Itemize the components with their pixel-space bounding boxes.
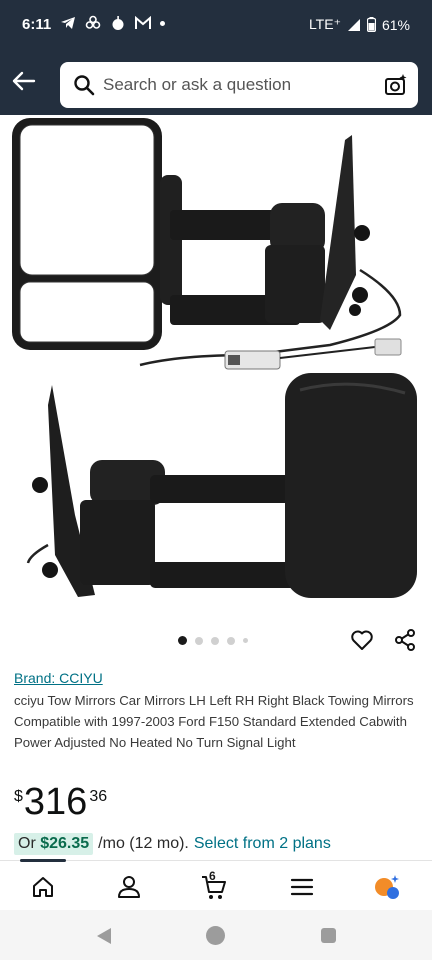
carousel-dot xyxy=(195,636,203,645)
apple-icon xyxy=(112,16,124,30)
cart-button[interactable]: 6 xyxy=(200,869,228,901)
carousel-dot xyxy=(211,636,219,645)
left-mirror-illustration xyxy=(12,118,402,370)
search-input[interactable]: Search or ask a question xyxy=(103,75,291,95)
home-icon[interactable] xyxy=(29,873,57,901)
system-back-icon[interactable] xyxy=(96,927,112,945)
camera-search-icon[interactable] xyxy=(384,73,408,97)
rufus-assistant-icon[interactable] xyxy=(373,873,401,901)
product-price: $ 316 36 xyxy=(14,782,107,822)
carousel-dot xyxy=(243,638,248,643)
monthly-amount: $26.35 xyxy=(40,835,90,852)
system-navigation-bar xyxy=(0,910,432,960)
telegram-icon xyxy=(61,17,75,29)
search-header: Search or ask a question xyxy=(0,50,432,115)
price-whole: 316 xyxy=(23,781,88,823)
active-tab-indicator xyxy=(20,859,66,862)
pinwheel-icon xyxy=(85,15,101,29)
battery-icon xyxy=(366,17,376,32)
back-arrow-icon[interactable] xyxy=(10,68,36,94)
monthly-prefix: Or xyxy=(18,835,36,852)
right-mirror-illustration xyxy=(26,373,417,598)
battery-level: 61% xyxy=(381,16,410,33)
price-fraction: 36 xyxy=(89,788,108,805)
carousel-dot xyxy=(178,636,187,645)
heart-icon[interactable] xyxy=(350,628,374,652)
search-bar[interactable]: Search or ask a question xyxy=(60,62,418,108)
gmail-icon xyxy=(135,16,151,29)
status-right: LTE⁺ 61% xyxy=(309,16,410,33)
more-notifications-dot xyxy=(160,20,165,26)
product-title: cciyu Tow Mirrors Car Mirrors LH Left RH… xyxy=(14,693,414,750)
signal-icon xyxy=(347,18,360,31)
search-icon xyxy=(74,75,95,96)
menu-icon[interactable] xyxy=(288,873,316,901)
system-home-icon[interactable] xyxy=(206,926,225,945)
product-image[interactable] xyxy=(0,115,432,620)
select-plans-link[interactable]: Select from 2 plans xyxy=(194,835,331,853)
share-icon[interactable] xyxy=(393,628,417,652)
monthly-payment: Or $26.35 /mo (12 mo). Select from 2 pla… xyxy=(14,833,331,855)
bottom-navigation: 6 xyxy=(0,859,432,910)
system-recents-icon[interactable] xyxy=(321,928,336,943)
status-time: 6:11 xyxy=(22,16,52,33)
monthly-badge: Or $26.35 xyxy=(14,833,94,855)
image-carousel-dots xyxy=(178,636,248,645)
tow-mirrors-photo xyxy=(12,118,417,598)
status-bar: 6:11 LTE⁺ 61% xyxy=(0,0,432,50)
price-currency: $ xyxy=(14,788,23,805)
product-page: 6:11 LTE⁺ 61% Search or ask a question B… xyxy=(0,0,432,960)
network-label: LTE⁺ xyxy=(308,16,341,32)
account-icon[interactable] xyxy=(115,873,143,901)
carousel-dot xyxy=(227,636,235,645)
brand-link[interactable]: Brand: CCIYU xyxy=(14,670,103,686)
monthly-suffix: /mo (12 mo). xyxy=(98,835,189,852)
cart-count-badge: 6 xyxy=(209,869,216,883)
notification-icons xyxy=(60,15,165,31)
